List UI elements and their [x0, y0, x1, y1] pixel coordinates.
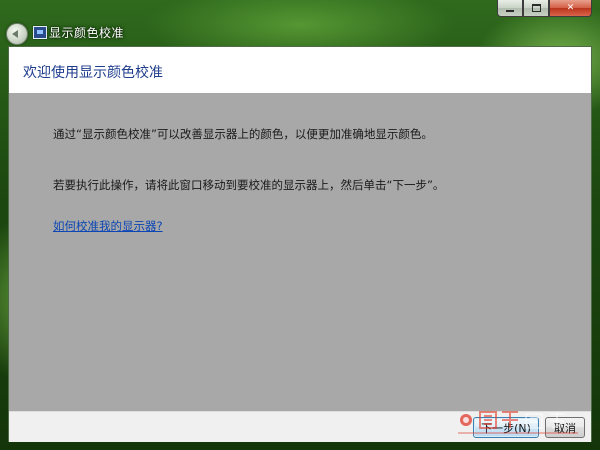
maximize-icon	[531, 4, 541, 12]
minimize-button[interactable]	[497, 0, 523, 17]
window-title: 显示颜色校准	[49, 26, 125, 40]
close-icon: ✕	[566, 3, 575, 13]
caption-buttons: ✕	[497, 0, 592, 18]
cancel-button[interactable]: 取消	[545, 417, 585, 438]
close-button[interactable]: ✕	[549, 0, 592, 17]
maximize-button[interactable]	[523, 0, 549, 17]
header-panel: 欢迎使用显示颜色校准	[9, 47, 591, 93]
help-link[interactable]: 如何校准我的显示器?	[53, 218, 163, 234]
display-icon	[33, 26, 47, 39]
content-panel: 欢迎使用显示颜色校准 通过“显示颜色校准”可以改善显示器上的颜色，以便更加准确地…	[8, 46, 592, 442]
back-button[interactable]	[6, 23, 28, 45]
next-button[interactable]: 下一步(N)	[473, 417, 539, 438]
calibration-window: 显示颜色校准 ✕ 欢迎使用显示颜色校准 通过“显示颜色校准”可以改善显示器上的颜…	[0, 0, 600, 450]
intro-text: 通过“显示颜色校准”可以改善显示器上的颜色，以便更加准确地显示颜色。	[53, 127, 433, 141]
footer-bar: 下一步(N) 取消	[9, 411, 591, 442]
instruction-text: 若要执行此操作，请将此窗口移动到要校准的显示器上，然后单击“下一步”。	[53, 178, 445, 192]
page-heading: 欢迎使用显示颜色校准	[23, 65, 163, 81]
title-bar[interactable]: 显示颜色校准 ✕	[0, 0, 600, 46]
minimize-icon	[506, 9, 514, 12]
